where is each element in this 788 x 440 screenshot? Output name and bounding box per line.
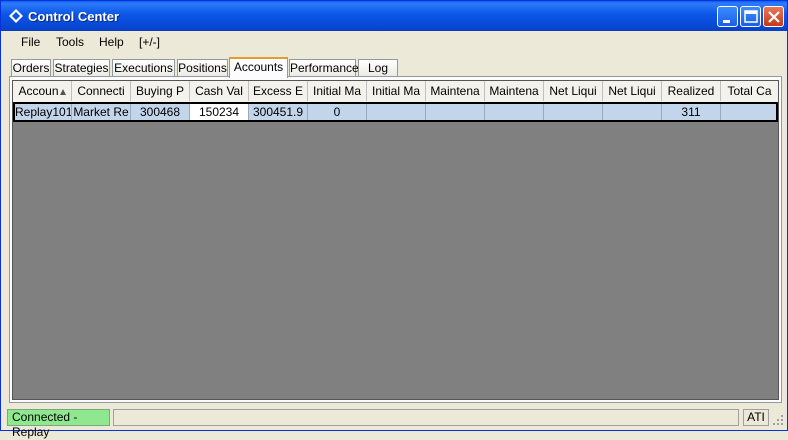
maximize-icon [744,10,758,23]
tab-positions[interactable]: Positions [177,59,228,76]
maximize-button[interactable] [740,6,761,27]
control-center-window: Control Center File Tools Help [+/-] Ord… [0,0,788,439]
column-header-maintenance-2[interactable]: Maintena [485,81,544,101]
column-header-account[interactable]: Accoun [13,81,72,101]
cell-cash-value[interactable]: 150234 [190,104,249,120]
connection-status: Connected - Replay [7,409,110,439]
tab-strategies[interactable]: Strategies [53,59,110,76]
menu-help[interactable]: Help [99,35,124,49]
status-panel [113,409,739,426]
column-header-realized[interactable]: Realized [662,81,721,101]
cell-net-liquidation-2 [603,104,662,120]
column-header-net-liquidation-2[interactable]: Net Liqui [603,81,662,101]
accounts-grid[interactable]: Accoun Connecti Buying P Cash Val Excess… [12,80,779,400]
cell-buying-power: 300468 [131,104,190,120]
column-header-excess-equity[interactable]: Excess E [249,81,308,101]
menu-bar: File Tools Help [+/-] [1,31,787,53]
column-header-connection[interactable]: Connecti [72,81,131,101]
ati-indicator: ATI [743,409,769,426]
tab-executions[interactable]: Executions [112,59,175,76]
status-bar: Connected - Replay ATI [1,407,787,439]
cell-account: Replay101 [15,104,72,120]
column-header-net-liquidation-1[interactable]: Net Liqui [544,81,603,101]
window-title: Control Center [28,9,119,24]
sort-ascending-icon [59,88,66,95]
tab-performance[interactable]: Performance [289,59,359,76]
minimize-icon [723,20,730,23]
close-icon [768,11,780,23]
cell-maintenance-2 [485,104,544,120]
grid-header: Accoun Connecti Buying P Cash Val Excess… [13,81,778,103]
cell-initial-margin-2 [367,104,426,120]
tab-accounts[interactable]: Accounts [229,57,288,78]
tab-log[interactable]: Log [358,59,398,76]
column-header-buying-power[interactable]: Buying P [131,81,190,101]
menu-file[interactable]: File [21,35,40,49]
menu-tools[interactable]: Tools [56,35,84,49]
resize-grip-icon[interactable] [771,413,785,427]
app-icon [9,9,23,23]
cell-maintenance-1 [426,104,485,120]
table-row[interactable]: Replay101 Market Re 300468 150234 300451… [13,102,778,122]
minimize-button[interactable] [717,6,738,27]
tab-orders[interactable]: Orders [11,59,51,76]
column-header-total-cash[interactable]: Total Ca [721,81,778,101]
cell-initial-margin-1: 0 [308,104,367,120]
cell-excess-equity: 300451.9 [249,104,308,120]
close-button[interactable] [763,6,784,27]
column-header-initial-margin-1[interactable]: Initial Ma [308,81,367,101]
column-header-maintenance-1[interactable]: Maintena [426,81,485,101]
menu-expand[interactable]: [+/-] [139,35,160,49]
cell-realized: 311 [662,104,721,120]
title-bar[interactable]: Control Center [1,1,787,31]
cell-net-liquidation-1 [544,104,603,120]
cell-total-cash [721,104,776,120]
cell-connection: Market Re [72,104,131,120]
column-header-initial-margin-2[interactable]: Initial Ma [367,81,426,101]
column-header-cash-value[interactable]: Cash Val [190,81,249,101]
